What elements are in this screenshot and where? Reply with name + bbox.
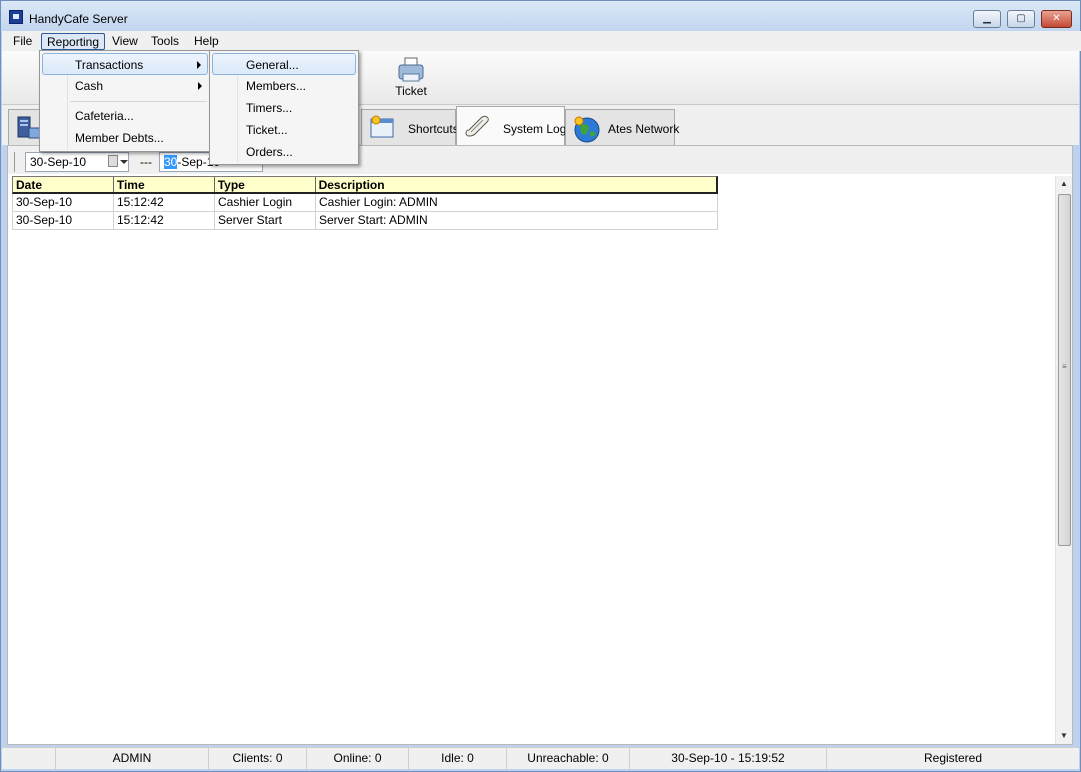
menu-view[interactable]: View — [107, 33, 143, 50]
scroll-down-arrow-icon[interactable]: ▼ — [1056, 728, 1072, 744]
cell-time: 15:12:42 — [114, 212, 215, 229]
menu-item-member-debts-label: Member Debts... — [75, 131, 164, 145]
menu-item-transactions[interactable]: Transactions — [42, 53, 208, 75]
cell-description: Server Start: ADMIN — [319, 213, 428, 227]
col-date[interactable]: Date — [13, 177, 114, 192]
cell-date: 30-Sep-10 — [13, 212, 114, 229]
col-description[interactable]: Description — [316, 177, 716, 192]
app-icon[interactable] — [9, 10, 23, 24]
tab-system-log[interactable]: System Log — [456, 106, 567, 145]
menu-item-orders[interactable]: Orders... — [212, 141, 356, 163]
status-spacer — [2, 748, 56, 770]
cell-date: 30-Sep-10 — [13, 194, 114, 211]
table-row[interactable]: 30-Sep-10 15:12:42 Server Start Server S… — [12, 212, 718, 230]
shortcuts-icon — [368, 114, 396, 142]
maximize-button[interactable]: ▢ — [1007, 10, 1035, 28]
scroll-icon — [463, 112, 491, 140]
table-header: Date Time Type Description — [12, 176, 718, 194]
tab-shortcuts-label: Shortcuts — [408, 122, 459, 136]
transactions-submenu: General... Members... Timers... Ticket..… — [209, 50, 359, 165]
status-registration: Registered — [923, 751, 983, 765]
menu-item-transactions-label: Transactions — [75, 58, 144, 72]
status-unreachable: Unreachable: 0 — [507, 748, 630, 770]
menu-item-members[interactable]: Members... — [212, 75, 356, 97]
log-panel: 30-Sep-10 --- 30-Sep-10 Date Time Type D… — [7, 145, 1073, 745]
menu-item-cash-label: Cash — [75, 79, 104, 93]
reporting-menu: Transactions Cash Cafeteria... Member De… — [39, 50, 211, 152]
to-date-selected-part: 30 — [164, 155, 178, 169]
scroll-thumb[interactable]: ≡ — [1058, 194, 1071, 546]
app-window: HandyCafe Server ▁ ▢ ✕ File Reporting Vi… — [0, 0, 1081, 772]
table-row[interactable]: 30-Sep-10 15:12:42 Cashier Login Cashier… — [12, 194, 718, 212]
cell-description: Cashier Login: ADMIN — [319, 195, 438, 209]
status-datetime: 30-Sep-10 - 15:19:52 — [630, 748, 827, 770]
scroll-up-arrow-icon[interactable]: ▲ — [1056, 176, 1072, 192]
menu-item-cafeteria-label: Cafeteria... — [75, 109, 134, 123]
menu-item-cash[interactable]: Cash — [42, 75, 208, 97]
printer-icon — [396, 56, 426, 84]
tab-system-log-label: System Log — [503, 122, 567, 136]
tab-ates-network[interactable]: Ates Network — [565, 109, 679, 145]
status-clients: Clients: 0 — [209, 748, 307, 770]
col-time[interactable]: Time — [114, 177, 215, 192]
vertical-scrollbar[interactable]: ▲ ≡ ▼ — [1055, 176, 1072, 744]
calendar-icon[interactable] — [108, 155, 118, 167]
title-bar[interactable]: HandyCafe Server ▁ ▢ ✕ — [1, 1, 1080, 31]
menu-bar: File Reporting View Tools Help — [2, 31, 1081, 51]
cell-type: Cashier Login — [215, 194, 316, 211]
menu-item-timers[interactable]: Timers... — [212, 97, 356, 119]
tab-shortcuts[interactable]: Shortcuts — [361, 109, 459, 145]
menu-item-cafeteria[interactable]: Cafeteria... — [42, 105, 208, 127]
submenu-arrow-icon — [197, 61, 201, 69]
grip-icon: ≡ — [1062, 362, 1067, 371]
tab-ates-network-label: Ates Network — [608, 122, 680, 136]
status-user: ADMIN — [56, 748, 209, 770]
date-separator: --- — [140, 155, 152, 169]
ticket-button[interactable]: Ticket — [385, 53, 437, 103]
menu-help[interactable]: Help — [189, 33, 224, 50]
ticket-label: Ticket — [395, 84, 427, 98]
col-type[interactable]: Type — [215, 177, 316, 192]
menu-item-member-debts[interactable]: Member Debts... — [42, 127, 208, 149]
status-idle: Idle: 0 — [409, 748, 507, 770]
cell-type: Server Start — [215, 212, 316, 229]
log-table: Date Time Type Description 30-Sep-10 15:… — [12, 176, 718, 230]
from-date-value: 30-Sep-10 — [30, 155, 87, 169]
close-button[interactable]: ✕ — [1041, 10, 1072, 28]
status-online: Online: 0 — [307, 748, 409, 770]
menu-tools[interactable]: Tools — [146, 33, 184, 50]
submenu-arrow-icon — [198, 82, 202, 90]
menu-item-general[interactable]: General... — [212, 53, 356, 75]
menu-item-ticket[interactable]: Ticket... — [212, 119, 356, 141]
minimize-button[interactable]: ▁ — [973, 10, 1001, 28]
cell-time: 15:12:42 — [114, 194, 215, 211]
window-title: HandyCafe Server — [29, 12, 128, 26]
bar-divider — [14, 152, 15, 172]
chevron-down-icon[interactable] — [120, 160, 128, 164]
status-bar: ADMIN Clients: 0 Online: 0 Idle: 0 Unrea… — [2, 747, 1079, 770]
menu-separator — [70, 101, 207, 102]
globe-icon — [572, 114, 600, 143]
menu-reporting[interactable]: Reporting — [41, 33, 106, 50]
menu-file[interactable]: File — [8, 33, 37, 50]
